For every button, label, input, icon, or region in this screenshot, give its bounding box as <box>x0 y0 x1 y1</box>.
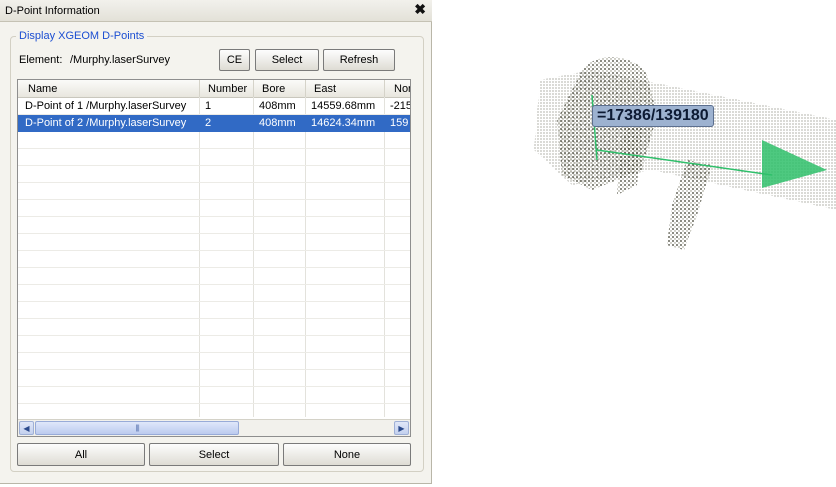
grid-row-line <box>18 267 410 268</box>
dpoint-information-panel: D-Point Information ✖ Display XGEOM D-Po… <box>0 0 432 484</box>
grid-row-line <box>18 284 410 285</box>
cell-east: 14559.68mm <box>311 100 376 112</box>
table-header: Name Number Bore East Nor <box>18 80 410 98</box>
groupbox-label: Display XGEOM D-Points <box>16 30 148 42</box>
column-header-number[interactable]: Number <box>208 83 247 95</box>
cell-north: 159 <box>390 117 409 129</box>
grid-row-line <box>18 318 410 319</box>
cell-north: -215 <box>390 100 410 112</box>
column-header-east[interactable]: East <box>314 83 336 95</box>
scroll-left-icon[interactable]: ◀ <box>19 421 34 435</box>
refresh-button[interactable]: Refresh <box>323 49 395 71</box>
select-button[interactable]: Select <box>149 443 279 466</box>
grid-row-line <box>18 233 410 234</box>
grid-row-line <box>18 165 410 166</box>
cell-number: 1 <box>205 100 212 112</box>
grid-row-line <box>18 182 410 183</box>
grid-row-line <box>18 352 410 353</box>
dpoint-coordinate-label: =17386/139180 <box>592 105 714 127</box>
grid-row-line <box>18 335 410 336</box>
scroll-thumb[interactable]: |||| <box>35 421 239 435</box>
3d-viewport[interactable] <box>432 0 836 484</box>
element-label: Element: <box>19 54 63 66</box>
grid-row-line <box>18 403 410 404</box>
table-row-selected[interactable]: D-Point of 2 /Murphy.laserSurvey 2 408mm… <box>18 115 410 132</box>
grid-row-line <box>18 386 410 387</box>
table-row[interactable]: D-Point of 1 /Murphy.laserSurvey 1 408mm… <box>18 98 410 115</box>
column-header-name[interactable]: Name <box>28 83 57 95</box>
cell-name: D-Point of 1 /Murphy.laserSurvey <box>25 100 187 112</box>
grid-row-line <box>18 250 410 251</box>
ce-button[interactable]: CE <box>219 49 250 71</box>
cell-name: D-Point of 2 /Murphy.laserSurvey <box>25 117 187 129</box>
grid-row-line <box>18 148 410 149</box>
title-bar: D-Point Information ✖ <box>0 0 432 22</box>
pointcloud-scene <box>534 57 836 250</box>
window-title: D-Point Information <box>5 5 100 17</box>
select-element-button[interactable]: Select <box>255 49 319 71</box>
dpoints-table: Name Number Bore East Nor D-Point of 1 /… <box>17 79 411 437</box>
none-button[interactable]: None <box>283 443 411 466</box>
grid-row-line <box>18 199 410 200</box>
cell-bore: 408mm <box>259 100 296 112</box>
scroll-right-icon[interactable]: ▶ <box>394 421 409 435</box>
close-icon[interactable]: ✖ <box>414 1 426 18</box>
cell-east: 14624.34mm <box>311 117 376 129</box>
column-header-north[interactable]: Nor <box>394 83 410 95</box>
column-header-bore[interactable]: Bore <box>262 83 285 95</box>
grid-row-line <box>18 369 410 370</box>
grid-row-line <box>18 301 410 302</box>
cell-bore: 408mm <box>259 117 296 129</box>
cell-number: 2 <box>205 117 212 129</box>
grid-row-line <box>18 216 410 217</box>
horizontal-scrollbar[interactable]: ◀ |||| ▶ <box>18 419 410 436</box>
element-value: /Murphy.laserSurvey <box>70 54 171 66</box>
all-button[interactable]: All <box>17 443 145 466</box>
